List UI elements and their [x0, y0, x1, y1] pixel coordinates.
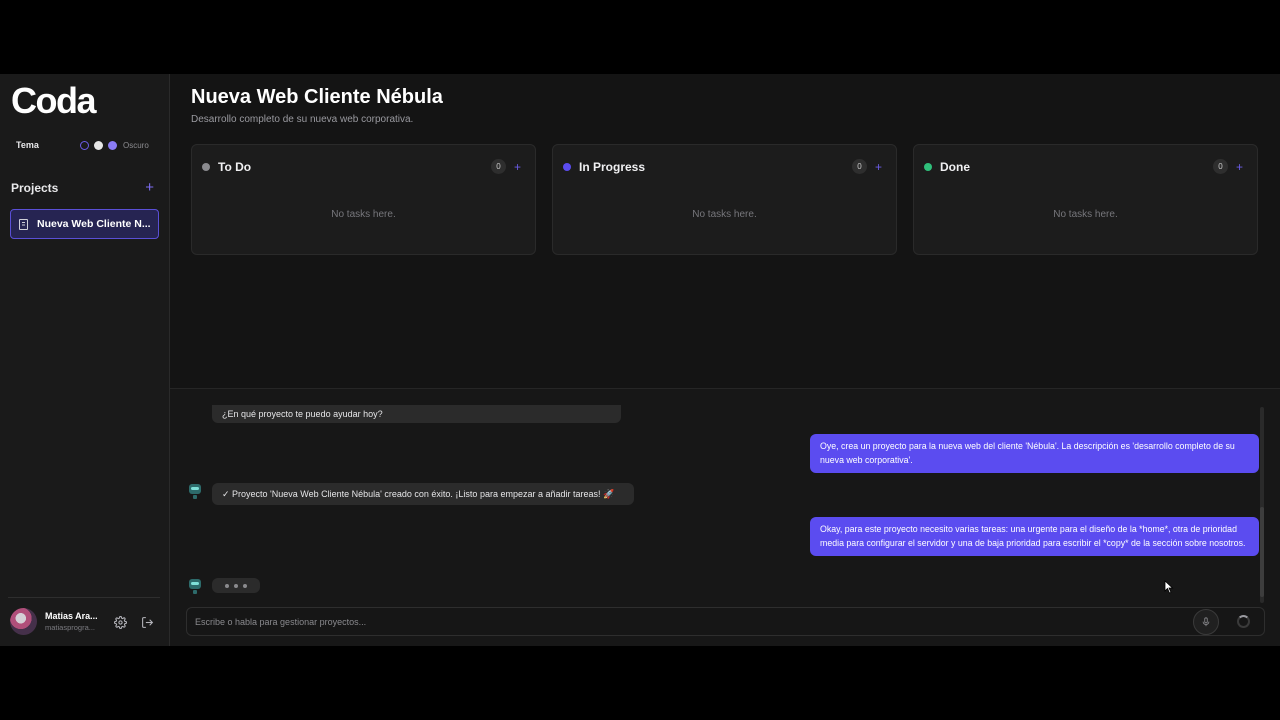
task-count-badge: 0: [1212, 159, 1228, 174]
empty-state: No tasks here.: [331, 209, 396, 220]
message-text: Okay, para este proyecto necesito varias…: [820, 524, 1246, 548]
status-dot: [563, 162, 571, 171]
divider: [8, 597, 160, 598]
column-todo: To Do 0 + No tasks here.: [191, 144, 536, 255]
add-task-plus-icon[interactable]: +: [514, 160, 521, 174]
sidebar: Coda Tema Oscuro Projects + Nueva Web Cl…: [0, 74, 170, 646]
chat-input[interactable]: [195, 608, 1175, 635]
chat-scrollbar[interactable]: [1260, 407, 1264, 603]
avatar: [10, 608, 37, 635]
projects-title: Projects: [11, 180, 59, 195]
robot-icon: [189, 484, 201, 499]
mouse-cursor-icon: [1164, 580, 1174, 594]
user-profile[interactable]: Matias Ara... matiasprogra...: [10, 608, 103, 635]
loading-spinner-icon: [1237, 615, 1250, 628]
add-project-plus-icon[interactable]: +: [145, 180, 154, 195]
task-count-badge: 0: [490, 159, 506, 174]
document-icon: [19, 218, 28, 230]
message-text: ¿En qué proyecto te puedo ayudar hoy?: [222, 409, 383, 419]
status-dot: [202, 162, 210, 171]
gear-icon[interactable]: [113, 615, 127, 629]
task-count-badge: 0: [851, 159, 867, 174]
theme-swatch-purple[interactable]: [108, 141, 117, 150]
message-text: ✓ Proyecto 'Nueva Web Cliente Nébula' cr…: [222, 488, 615, 499]
microphone-button[interactable]: [1193, 609, 1219, 635]
theme-swatch-light[interactable]: [94, 141, 103, 150]
typing-indicator: [212, 578, 260, 593]
page-description: Desarrollo completo de su nueva web corp…: [191, 114, 414, 125]
user-email: matiasprogra...: [45, 623, 96, 632]
theme-label: Tema: [16, 140, 39, 150]
user-message: Okay, para este proyecto necesito varias…: [810, 517, 1259, 556]
user-name: Matias Ara...: [45, 611, 98, 621]
theme-swatches: [80, 141, 117, 150]
kanban-board: To Do 0 + No tasks here. In Progress 0 +…: [191, 144, 1258, 255]
column-title: Done: [940, 159, 970, 174]
app-logo: Coda: [11, 80, 97, 121]
theme-swatch-outline[interactable]: [80, 141, 89, 150]
logout-icon[interactable]: [140, 615, 154, 629]
column-title: In Progress: [579, 159, 646, 174]
user-message: Oye, crea un proyecto para la nueva web …: [810, 434, 1259, 473]
main-content: Nueva Web Cliente Nébula Desarrollo comp…: [170, 74, 1280, 646]
assistant-message: ✓ Proyecto 'Nueva Web Cliente Nébula' cr…: [212, 483, 634, 505]
column-title: To Do: [218, 159, 252, 174]
page-title: Nueva Web Cliente Nébula: [191, 86, 443, 108]
microphone-icon: [1202, 617, 1210, 627]
scrollbar-thumb[interactable]: [1260, 507, 1264, 597]
robot-icon: [189, 579, 201, 594]
add-task-plus-icon[interactable]: +: [1236, 160, 1243, 174]
empty-state: No tasks here.: [692, 209, 757, 220]
status-dot: [924, 162, 932, 171]
column-in-progress: In Progress 0 + No tasks here.: [552, 144, 897, 255]
chat-input-bar: [186, 607, 1265, 636]
theme-selector: Tema Oscuro: [16, 140, 156, 150]
sidebar-item-project[interactable]: Nueva Web Cliente N...: [10, 209, 159, 239]
theme-mode-label: Oscuro: [123, 141, 149, 150]
add-task-plus-icon[interactable]: +: [875, 160, 882, 174]
sidebar-item-label: Nueva Web Cliente N...: [37, 218, 151, 230]
app-window: Coda Tema Oscuro Projects + Nueva Web Cl…: [0, 74, 1280, 646]
column-done: Done 0 + No tasks here.: [913, 144, 1258, 255]
message-text: Oye, crea un proyecto para la nueva web …: [820, 441, 1235, 465]
assistant-message: ¿En qué proyecto te puedo ayudar hoy?: [212, 405, 621, 423]
projects-header: Projects +: [11, 180, 154, 195]
empty-state: No tasks here.: [1053, 209, 1118, 220]
